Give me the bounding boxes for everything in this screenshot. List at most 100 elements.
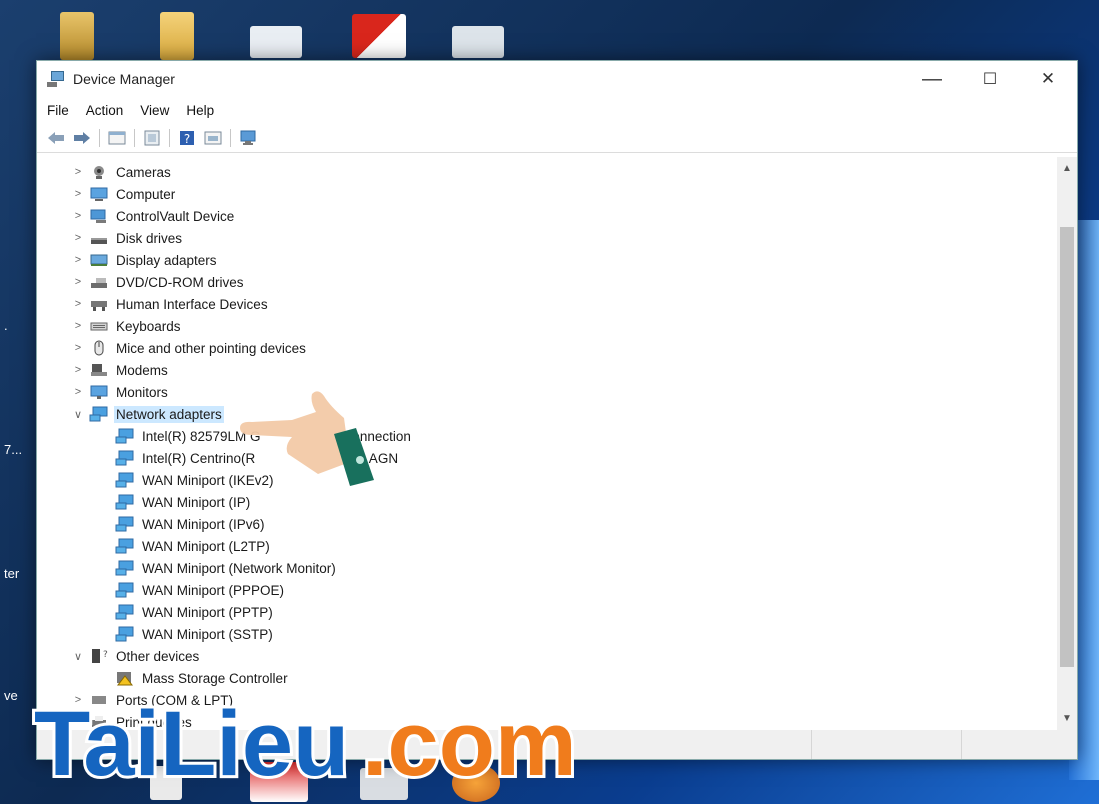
title-bar[interactable]: Device Manager — ☐ ✕: [37, 61, 1077, 97]
scrollbar-thumb[interactable]: [1060, 227, 1074, 667]
scan-hardware-icon[interactable]: [237, 128, 259, 148]
tree-device[interactable]: WAN Miniport (IKEv2): [37, 469, 1057, 491]
tree-node-label: WAN Miniport (PPPOE): [142, 582, 285, 598]
tree-device[interactable]: WAN Miniport (SSTP): [37, 623, 1057, 645]
tree-node-label: Other devices: [116, 648, 200, 664]
desktop-label: ve: [4, 688, 18, 703]
expand-chevron-down-icon[interactable]: ∨: [71, 408, 85, 421]
expand-chevron-right-icon[interactable]: >: [71, 342, 85, 354]
expand-chevron-right-icon[interactable]: >: [71, 210, 85, 222]
menu-bar: File Action View Help: [37, 97, 1077, 123]
menu-file[interactable]: File: [47, 103, 69, 118]
scroll-up-arrow-icon[interactable]: ▲: [1057, 159, 1077, 177]
tree-node-label: WAN Miniport (PPTP): [142, 604, 273, 620]
help-icon[interactable]: ?: [176, 128, 198, 148]
disk-icon: [89, 230, 109, 246]
pointing-hand-icon: [240, 391, 374, 486]
other-devices-icon: ?: [89, 648, 109, 664]
tree-category[interactable]: > Display adapters: [37, 249, 1057, 271]
tree-device[interactable]: Intel(R) Centrino(R 300 AGN: [37, 447, 1057, 469]
forward-arrow-icon[interactable]: [71, 128, 93, 148]
expand-chevron-right-icon[interactable]: >: [71, 254, 85, 266]
desktop-label: 7...: [4, 442, 23, 457]
vertical-scrollbar[interactable]: ▲ ▼: [1057, 157, 1077, 730]
tree-device[interactable]: WAN Miniport (L2TP): [37, 535, 1057, 557]
expand-chevron-right-icon[interactable]: >: [71, 386, 85, 398]
expand-chevron-right-icon[interactable]: >: [71, 232, 85, 244]
close-button[interactable]: ✕: [1019, 61, 1077, 97]
file-icon[interactable]: [250, 26, 302, 58]
expand-chevron-right-icon[interactable]: >: [71, 298, 85, 310]
tree-category[interactable]: > Human Interface Devices: [37, 293, 1057, 315]
expand-chevron-right-icon[interactable]: >: [71, 364, 85, 376]
file-icon[interactable]: [452, 26, 504, 58]
desktop-label: .: [4, 318, 8, 333]
back-arrow-icon[interactable]: [45, 128, 67, 148]
mouse-icon: [89, 340, 109, 356]
tree-device[interactable]: Intel(R) 82579LM G Connection: [37, 425, 1057, 447]
tree-category[interactable]: > ControlVault Device: [37, 205, 1057, 227]
tree-node-label: WAN Miniport (L2TP): [142, 538, 270, 554]
window-controls: — ☐ ✕: [903, 61, 1077, 97]
expand-chevron-right-icon[interactable]: >: [71, 320, 85, 332]
tree-device[interactable]: WAN Miniport (IP): [37, 491, 1057, 513]
tree-category[interactable]: ∨? Other devices: [37, 645, 1057, 667]
tree-node-label: Network adapters: [114, 405, 224, 423]
tree-category[interactable]: > Monitors: [37, 381, 1057, 403]
menu-help[interactable]: Help: [186, 103, 214, 118]
svg-text:?: ?: [103, 650, 108, 660]
network-icon: [115, 560, 135, 576]
scroll-down-arrow-icon[interactable]: ▼: [1057, 709, 1077, 727]
display-icon: [89, 252, 109, 268]
tree-device[interactable]: WAN Miniport (IPv6): [37, 513, 1057, 535]
tree-category[interactable]: > Cameras: [37, 161, 1057, 183]
tree-category[interactable]: > Mice and other pointing devices: [37, 337, 1057, 359]
toolbar-separator: [169, 128, 170, 147]
expand-chevron-right-icon[interactable]: >: [71, 166, 85, 178]
status-cell: [812, 730, 962, 759]
device-manager-window: Device Manager — ☐ ✕ File Action View He…: [36, 60, 1078, 760]
device-manager-icon: [47, 71, 65, 87]
folder-icon[interactable]: [160, 12, 194, 60]
minimize-button[interactable]: —: [903, 61, 961, 97]
expand-chevron-down-icon[interactable]: ∨: [71, 650, 85, 663]
tree-device[interactable]: WAN Miniport (Network Monitor): [37, 557, 1057, 579]
properties-icon[interactable]: [106, 128, 128, 148]
tree-category[interactable]: > Keyboards: [37, 315, 1057, 337]
tree-node-label: Human Interface Devices: [116, 296, 268, 312]
update-driver-icon[interactable]: [141, 128, 163, 148]
tree-category[interactable]: > Computer: [37, 183, 1057, 205]
menu-action[interactable]: Action: [86, 103, 124, 118]
tree-node-label: Keyboards: [116, 318, 181, 334]
view-icon[interactable]: [202, 128, 224, 148]
tree-node-label: ControlVault Device: [116, 208, 235, 224]
monitor-icon: [89, 384, 109, 400]
tree-node-label: Mice and other pointing devices: [116, 340, 306, 356]
tree-category[interactable]: > DVD/CD-ROM drives: [37, 271, 1057, 293]
dvd-icon: [89, 274, 109, 290]
keyboard-icon: [89, 318, 109, 334]
device-tree: > Cameras > Computer > ControlVault Device > Di…: [37, 161, 1057, 730]
network-icon: [115, 538, 135, 554]
tree-category[interactable]: ∨ Network adapters: [37, 403, 1057, 425]
maximize-button[interactable]: ☐: [961, 61, 1019, 97]
tree-node-label: Display adapters: [116, 252, 217, 268]
app-icon[interactable]: [352, 14, 406, 58]
tree-device[interactable]: WAN Miniport (PPPOE): [37, 579, 1057, 601]
desktop-shortcut-icon[interactable]: [60, 12, 94, 60]
toolbar: ?: [37, 123, 1077, 153]
network-icon: [115, 516, 135, 532]
tree-node-label: WAN Miniport (Network Monitor): [142, 560, 336, 576]
expand-chevron-right-icon[interactable]: >: [71, 276, 85, 288]
tree-device[interactable]: WAN Miniport (PPTP): [37, 601, 1057, 623]
svg-text:?: ?: [184, 132, 190, 146]
tree-category[interactable]: > Modems: [37, 359, 1057, 381]
tree-node-label: Computer: [116, 186, 176, 202]
tree-node-label: WAN Miniport (IPv6): [142, 516, 265, 532]
expand-chevron-right-icon[interactable]: >: [71, 188, 85, 200]
menu-view[interactable]: View: [140, 103, 169, 118]
network-icon: [115, 472, 135, 488]
toolbar-separator: [230, 128, 231, 147]
network-icon: [115, 494, 135, 510]
tree-category[interactable]: > Disk drives: [37, 227, 1057, 249]
